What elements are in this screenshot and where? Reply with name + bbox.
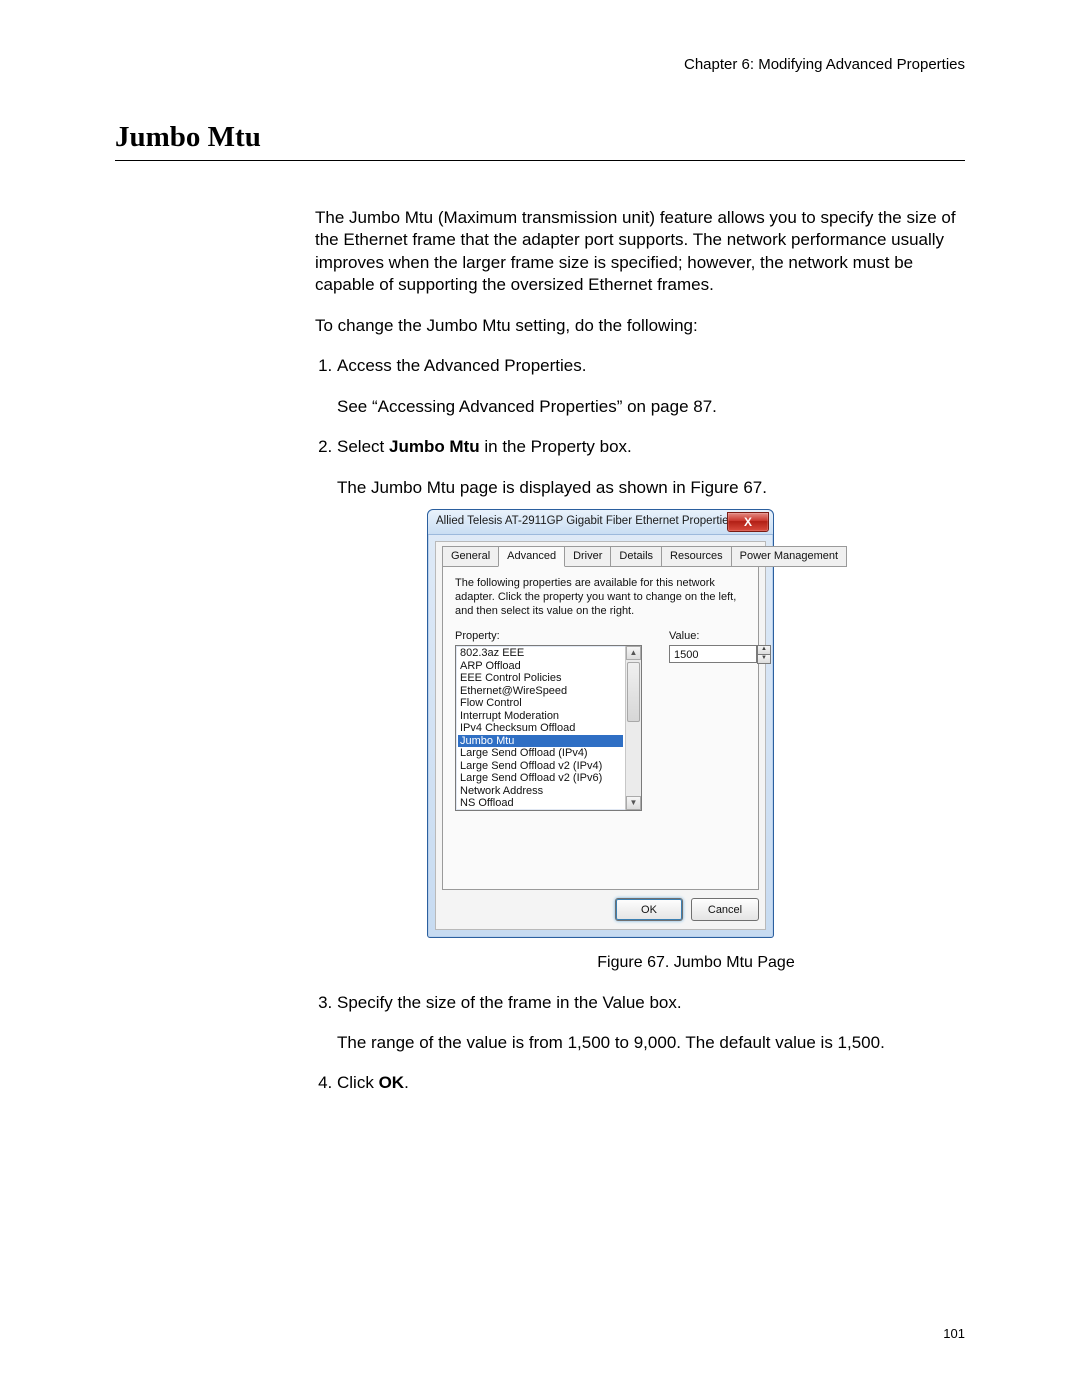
property-item[interactable]: Network Address <box>458 785 623 798</box>
value-label: Value: <box>669 629 771 644</box>
scroll-up-button[interactable]: ▲ <box>626 646 641 660</box>
page-number: 101 <box>943 1326 965 1341</box>
caret-up-icon: ▲ <box>761 646 767 654</box>
step-2-pre: Select <box>337 437 389 456</box>
dialog-title: Allied Telesis AT-2911GP Gigabit Fiber E… <box>436 514 727 529</box>
section-title: Jumbo Mtu <box>115 121 965 161</box>
close-button[interactable]: X <box>727 512 769 532</box>
property-item[interactable]: Large Send Offload v2 (IPv6) <box>458 772 623 785</box>
tab-advanced[interactable]: Advanced <box>498 546 565 568</box>
tab-description: The following properties are available f… <box>455 577 746 618</box>
property-listbox[interactable]: 802.3az EEEARP OffloadEEE Control Polici… <box>455 645 642 811</box>
tab-row: General Advanced Driver Details Resource… <box>442 546 759 568</box>
step-3-sub: The range of the value is from 1,500 to … <box>337 1032 965 1054</box>
property-item[interactable]: Ethernet@WireSpeed <box>458 685 623 698</box>
step-4-post: . <box>404 1073 409 1092</box>
property-item[interactable]: NS Offload <box>458 797 623 810</box>
property-item[interactable]: Interrupt Moderation <box>458 710 623 723</box>
property-label: Property: <box>455 629 645 644</box>
step-2-bold: Jumbo Mtu <box>389 437 480 456</box>
scroll-thumb[interactable] <box>627 662 640 722</box>
tab-resources[interactable]: Resources <box>661 546 732 568</box>
lead-paragraph: To change the Jumbo Mtu setting, do the … <box>315 315 965 337</box>
property-item[interactable]: Jumbo Mtu <box>458 735 623 748</box>
figure-caption: Figure 67. Jumbo Mtu Page <box>427 952 965 973</box>
value-spinbox[interactable]: 1500 ▲ ▼ <box>669 645 771 664</box>
scroll-track[interactable] <box>626 660 641 796</box>
dialog-body: General Advanced Driver Details Resource… <box>435 541 766 931</box>
chevron-up-icon: ▲ <box>630 648 638 659</box>
step-2-post: in the Property box. <box>480 437 632 456</box>
intro-paragraph: The Jumbo Mtu (Maximum transmission unit… <box>315 207 965 297</box>
step-1-sub: See “Accessing Advanced Properties” on p… <box>337 396 965 418</box>
tab-power-management[interactable]: Power Management <box>731 546 847 568</box>
step-4: Click OK. <box>337 1072 965 1094</box>
tab-details[interactable]: Details <box>610 546 662 568</box>
property-item[interactable]: ARP Offload <box>458 660 623 673</box>
caret-down-icon: ▼ <box>761 655 767 663</box>
property-item[interactable]: Priority & VLAN <box>458 810 623 812</box>
step-4-pre: Click <box>337 1073 379 1092</box>
property-item[interactable]: Large Send Offload (IPv4) <box>458 747 623 760</box>
step-2-sub: The Jumbo Mtu page is displayed as shown… <box>337 477 965 499</box>
ok-button[interactable]: OK <box>615 898 683 921</box>
scroll-down-button[interactable]: ▼ <box>626 796 641 810</box>
step-4-bold: OK <box>379 1073 405 1092</box>
properties-dialog: Allied Telesis AT-2911GP Gigabit Fiber E… <box>427 509 774 939</box>
property-item[interactable]: Flow Control <box>458 697 623 710</box>
step-1-text: Access the Advanced Properties. <box>337 356 586 375</box>
step-3: Specify the size of the frame in the Val… <box>337 992 965 1055</box>
tab-body-advanced: The following properties are available f… <box>442 566 759 890</box>
property-item[interactable]: Large Send Offload v2 (IPv4) <box>458 760 623 773</box>
cancel-button[interactable]: Cancel <box>691 898 759 921</box>
value-input[interactable]: 1500 <box>669 645 757 663</box>
dialog-titlebar[interactable]: Allied Telesis AT-2911GP Gigabit Fiber E… <box>428 510 773 535</box>
step-2: Select Jumbo Mtu in the Property box. Th… <box>337 436 965 974</box>
value-step-down[interactable]: ▼ <box>757 655 771 664</box>
tab-driver[interactable]: Driver <box>564 546 611 568</box>
property-item[interactable]: 802.3az EEE <box>458 647 623 660</box>
property-item[interactable]: EEE Control Policies <box>458 672 623 685</box>
property-item[interactable]: IPv4 Checksum Offload <box>458 722 623 735</box>
step-1: Access the Advanced Properties. See “Acc… <box>337 355 965 418</box>
close-icon: X <box>744 516 752 528</box>
chevron-down-icon: ▼ <box>630 798 638 809</box>
listbox-scrollbar[interactable]: ▲ ▼ <box>625 646 641 810</box>
figure-67: Allied Telesis AT-2911GP Gigabit Fiber E… <box>427 509 965 974</box>
tab-general[interactable]: General <box>442 546 499 568</box>
value-step-up[interactable]: ▲ <box>757 645 771 655</box>
step-3-text: Specify the size of the frame in the Val… <box>337 993 682 1012</box>
chapter-header: Chapter 6: Modifying Advanced Properties <box>115 56 965 73</box>
body-content: The Jumbo Mtu (Maximum transmission unit… <box>315 207 965 1095</box>
